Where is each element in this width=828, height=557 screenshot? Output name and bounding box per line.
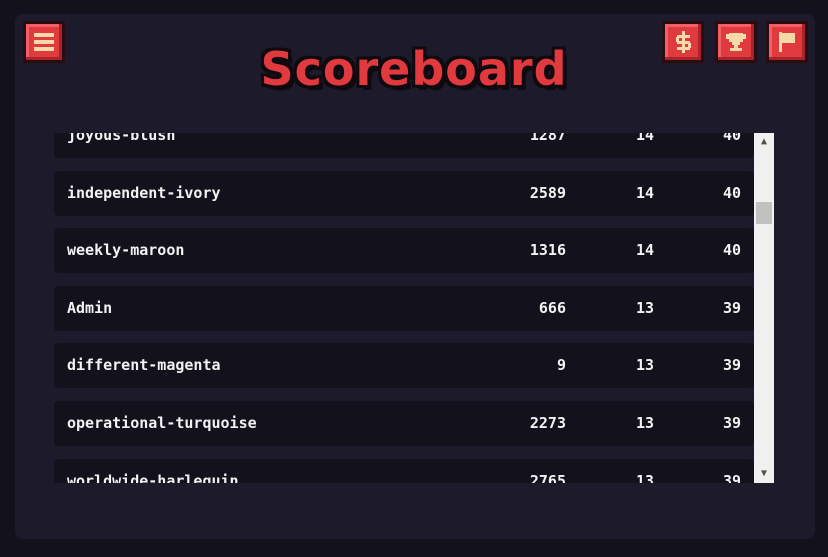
- team-name: weekly-maroon: [67, 241, 185, 260]
- team-score: 2273: [529, 413, 566, 432]
- scroll-down-arrow-icon[interactable]: ▼: [754, 465, 774, 483]
- team-solves: 14: [635, 183, 654, 202]
- team-solves: 14: [635, 241, 654, 260]
- team-score: 1287: [529, 133, 566, 144]
- table-row[interactable]: independent-ivory 2589 14 40: [54, 170, 754, 216]
- team-points: 40: [722, 183, 741, 202]
- team-points: 39: [722, 471, 741, 483]
- team-name: Admin: [67, 298, 113, 317]
- scroll-up-arrow-icon[interactable]: ▲: [754, 133, 774, 151]
- scoreboard-rows: joyous-blush 1287 14 40 independent-ivory 258…: [54, 133, 754, 483]
- scroll-thumb[interactable]: [756, 202, 772, 224]
- team-solves: 13: [635, 356, 654, 375]
- team-points: 39: [722, 413, 741, 432]
- team-points: 39: [722, 298, 741, 317]
- team-score: 2765: [529, 471, 566, 483]
- team-name: operational-turquoise: [67, 413, 257, 432]
- team-solves: 13: [635, 298, 654, 317]
- team-points: 39: [722, 356, 741, 375]
- table-row[interactable]: operational-turquoise 2273 13 39: [54, 400, 754, 446]
- team-score: 2589: [529, 183, 566, 202]
- team-solves: 13: [635, 413, 654, 432]
- table-row[interactable]: joyous-blush 1287 14 40: [54, 133, 754, 158]
- team-points: 40: [722, 241, 741, 260]
- table-row[interactable]: weekly-maroon 1316 14 40: [54, 228, 754, 274]
- scoreboard-list[interactable]: joyous-blush 1287 14 40 independent-ivory 258…: [54, 133, 774, 483]
- table-row[interactable]: worldwide-harlequin 2765 13 39: [54, 458, 754, 483]
- team-name: independent-ivory: [67, 183, 221, 202]
- team-name: worldwide-harlequin: [67, 471, 239, 483]
- team-name: joyous-blush: [67, 133, 176, 144]
- team-name: different-magenta: [67, 356, 221, 375]
- team-points: 40: [722, 133, 741, 144]
- team-score: 666: [538, 298, 566, 317]
- team-score: 9: [556, 356, 566, 375]
- page-title: Scoreboard: [260, 42, 568, 96]
- table-row[interactable]: Admin 666 13 39: [54, 285, 754, 331]
- team-solves: 14: [635, 133, 654, 144]
- table-row[interactable]: different-magenta 9 13 39: [54, 343, 754, 389]
- team-score: 1316: [529, 241, 566, 260]
- team-solves: 13: [635, 471, 654, 483]
- scrollbar[interactable]: ▲ ▼: [754, 133, 774, 483]
